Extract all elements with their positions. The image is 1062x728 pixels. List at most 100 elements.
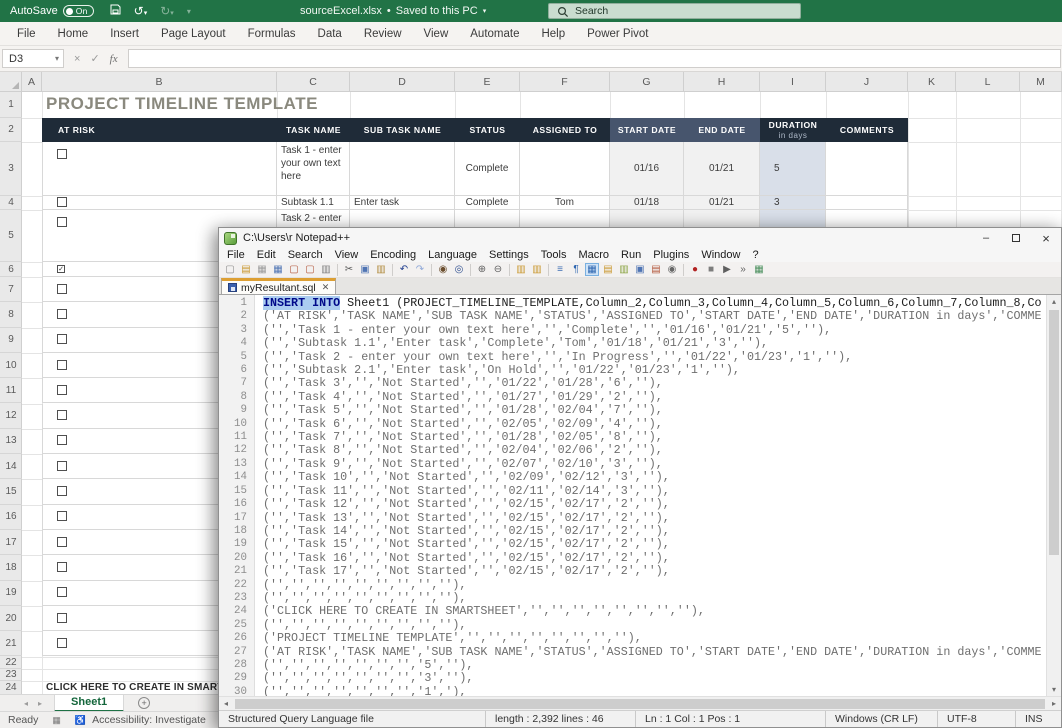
- sheet-tab-sheet1[interactable]: Sheet1: [54, 695, 124, 712]
- column-header-f[interactable]: F: [520, 72, 610, 92]
- row-header-21[interactable]: 21: [0, 631, 22, 656]
- insert-function-icon[interactable]: fx: [110, 53, 118, 65]
- cell-d3[interactable]: [350, 142, 455, 196]
- row-header-19[interactable]: 19: [0, 581, 22, 606]
- row-header-2[interactable]: 2: [0, 118, 22, 142]
- cell-h3[interactable]: 01/21: [684, 142, 760, 196]
- customize-qat-icon[interactable]: ▾: [187, 7, 191, 16]
- save-icon[interactable]: ▦: [255, 263, 269, 276]
- autosave-switch[interactable]: On: [63, 5, 94, 17]
- column-header-j[interactable]: J: [826, 72, 908, 92]
- notepad-titlebar[interactable]: C:\Users\r Notepad++ – ×: [219, 228, 1061, 248]
- row-header-24[interactable]: 24: [0, 681, 22, 694]
- checkbox-row-18[interactable]: [57, 562, 67, 572]
- cut-icon[interactable]: ✂: [342, 263, 356, 276]
- row-header-17[interactable]: 17: [0, 530, 22, 555]
- checkbox-row-21[interactable]: [57, 638, 67, 648]
- ribbon-tab-data[interactable]: Data: [307, 22, 353, 46]
- tab-close-icon[interactable]: ✕: [322, 282, 330, 293]
- maximize-icon[interactable]: [1001, 228, 1031, 248]
- checkbox-row-11[interactable]: [57, 385, 67, 395]
- checkbox-row-17[interactable]: [57, 537, 67, 547]
- npp-menu-edit[interactable]: Edit: [251, 249, 282, 261]
- npp-menu-plugins[interactable]: Plugins: [647, 249, 695, 261]
- record-macro-icon[interactable]: ●: [688, 263, 702, 276]
- column-header-d[interactable]: D: [350, 72, 455, 92]
- macro-record-icon[interactable]: ▦: [52, 715, 61, 726]
- stop-macro-icon[interactable]: ■: [704, 263, 718, 276]
- npp-menu-search[interactable]: Search: [282, 249, 329, 261]
- zoom-out-icon[interactable]: ⊖: [491, 263, 505, 276]
- cell-c3[interactable]: Task 1 - enter your own text here: [277, 142, 350, 196]
- vertical-scrollbar[interactable]: ▴ ▾: [1046, 295, 1061, 696]
- function-list-icon[interactable]: ▤: [601, 263, 615, 276]
- sync-vertical-icon[interactable]: ▥: [514, 263, 528, 276]
- npp-menu-window[interactable]: Window: [695, 249, 746, 261]
- row-header-7[interactable]: 7: [0, 277, 22, 302]
- ribbon-tab-insert[interactable]: Insert: [99, 22, 150, 46]
- horizontal-scrollbar[interactable]: ◂ ▸: [219, 696, 1061, 710]
- row-header-6[interactable]: 6: [0, 262, 22, 277]
- row-header-8[interactable]: 8: [0, 302, 22, 327]
- cell-g3[interactable]: 01/16: [610, 142, 684, 196]
- scroll-left-icon[interactable]: ◂: [219, 697, 233, 710]
- save-icon[interactable]: [110, 4, 121, 18]
- save-all-icon[interactable]: ▦: [271, 263, 285, 276]
- column-header-m[interactable]: M: [1020, 72, 1062, 92]
- checkbox-row-6[interactable]: ✓: [57, 265, 65, 273]
- zoom-in-icon[interactable]: ⊕: [475, 263, 489, 276]
- redo-icon[interactable]: ↷: [413, 263, 427, 276]
- row-header-3[interactable]: 3: [0, 142, 22, 196]
- checkbox-row-9[interactable]: [57, 334, 67, 344]
- row-header-18[interactable]: 18: [0, 555, 22, 580]
- paste-icon[interactable]: ▥: [374, 263, 388, 276]
- ribbon-tab-file[interactable]: File: [6, 22, 47, 46]
- cell-e3[interactable]: Complete: [455, 142, 520, 196]
- row-header-5[interactable]: 5: [0, 210, 22, 262]
- statusbar-insert-mode[interactable]: INS: [1015, 711, 1061, 727]
- row-header-4[interactable]: 4: [0, 196, 22, 210]
- cell-h4[interactable]: 01/21: [684, 196, 760, 210]
- scroll-right-icon[interactable]: ▸: [1047, 697, 1061, 710]
- ribbon-tab-view[interactable]: View: [413, 22, 460, 46]
- npp-menu-file[interactable]: File: [221, 249, 251, 261]
- row-header-23[interactable]: 23: [0, 669, 22, 682]
- cell-g4[interactable]: 01/18: [610, 196, 684, 210]
- replace-icon[interactable]: ◎: [452, 263, 466, 276]
- sheet-nav-arrows[interactable]: ◂ ▸: [0, 699, 54, 708]
- hscroll-thumb[interactable]: [235, 699, 1045, 709]
- cell-j4[interactable]: [826, 196, 908, 210]
- cell-f4[interactable]: Tom: [520, 196, 610, 210]
- autosave-toggle[interactable]: AutoSave On: [10, 5, 94, 17]
- cell-c4[interactable]: Subtask 1.1: [277, 196, 350, 210]
- select-all-corner[interactable]: [0, 72, 22, 92]
- column-header-l[interactable]: L: [956, 72, 1020, 92]
- ribbon-tab-power-pivot[interactable]: Power Pivot: [576, 22, 659, 46]
- row-header-13[interactable]: 13: [0, 429, 22, 454]
- cell-j3[interactable]: [826, 142, 908, 196]
- row-header-10[interactable]: 10: [0, 353, 22, 378]
- run-macro-multiple-icon[interactable]: »: [736, 263, 750, 276]
- print-icon[interactable]: ▥: [319, 263, 333, 276]
- checkbox-row-10[interactable]: [57, 360, 67, 370]
- find-icon[interactable]: ◉: [436, 263, 450, 276]
- search-input[interactable]: Search: [548, 3, 801, 19]
- checkbox-row-16[interactable]: [57, 511, 67, 521]
- open-file-icon[interactable]: ▤: [239, 263, 253, 276]
- accessibility-status[interactable]: Accessibility: Investigate: [92, 714, 206, 726]
- column-header-e[interactable]: E: [455, 72, 520, 92]
- column-header-b[interactable]: B: [42, 72, 277, 92]
- cell-f3[interactable]: [520, 142, 610, 196]
- close-icon[interactable]: ×: [1031, 228, 1061, 248]
- folder-as-workspace-icon[interactable]: ▤: [649, 263, 663, 276]
- row-header-1[interactable]: 1: [0, 92, 22, 118]
- indent-guide-icon[interactable]: ▦: [585, 263, 599, 276]
- copy-icon[interactable]: ▣: [358, 263, 372, 276]
- sheet-prev-icon[interactable]: ◂: [24, 699, 28, 708]
- row-header-20[interactable]: 20: [0, 606, 22, 631]
- ribbon-tab-home[interactable]: Home: [47, 22, 100, 46]
- name-box[interactable]: D3 ▾: [2, 49, 64, 68]
- sync-horizontal-icon[interactable]: ▥: [530, 263, 544, 276]
- name-box-dropdown-icon[interactable]: ▾: [55, 54, 63, 63]
- checkbox-row-7[interactable]: [57, 284, 67, 294]
